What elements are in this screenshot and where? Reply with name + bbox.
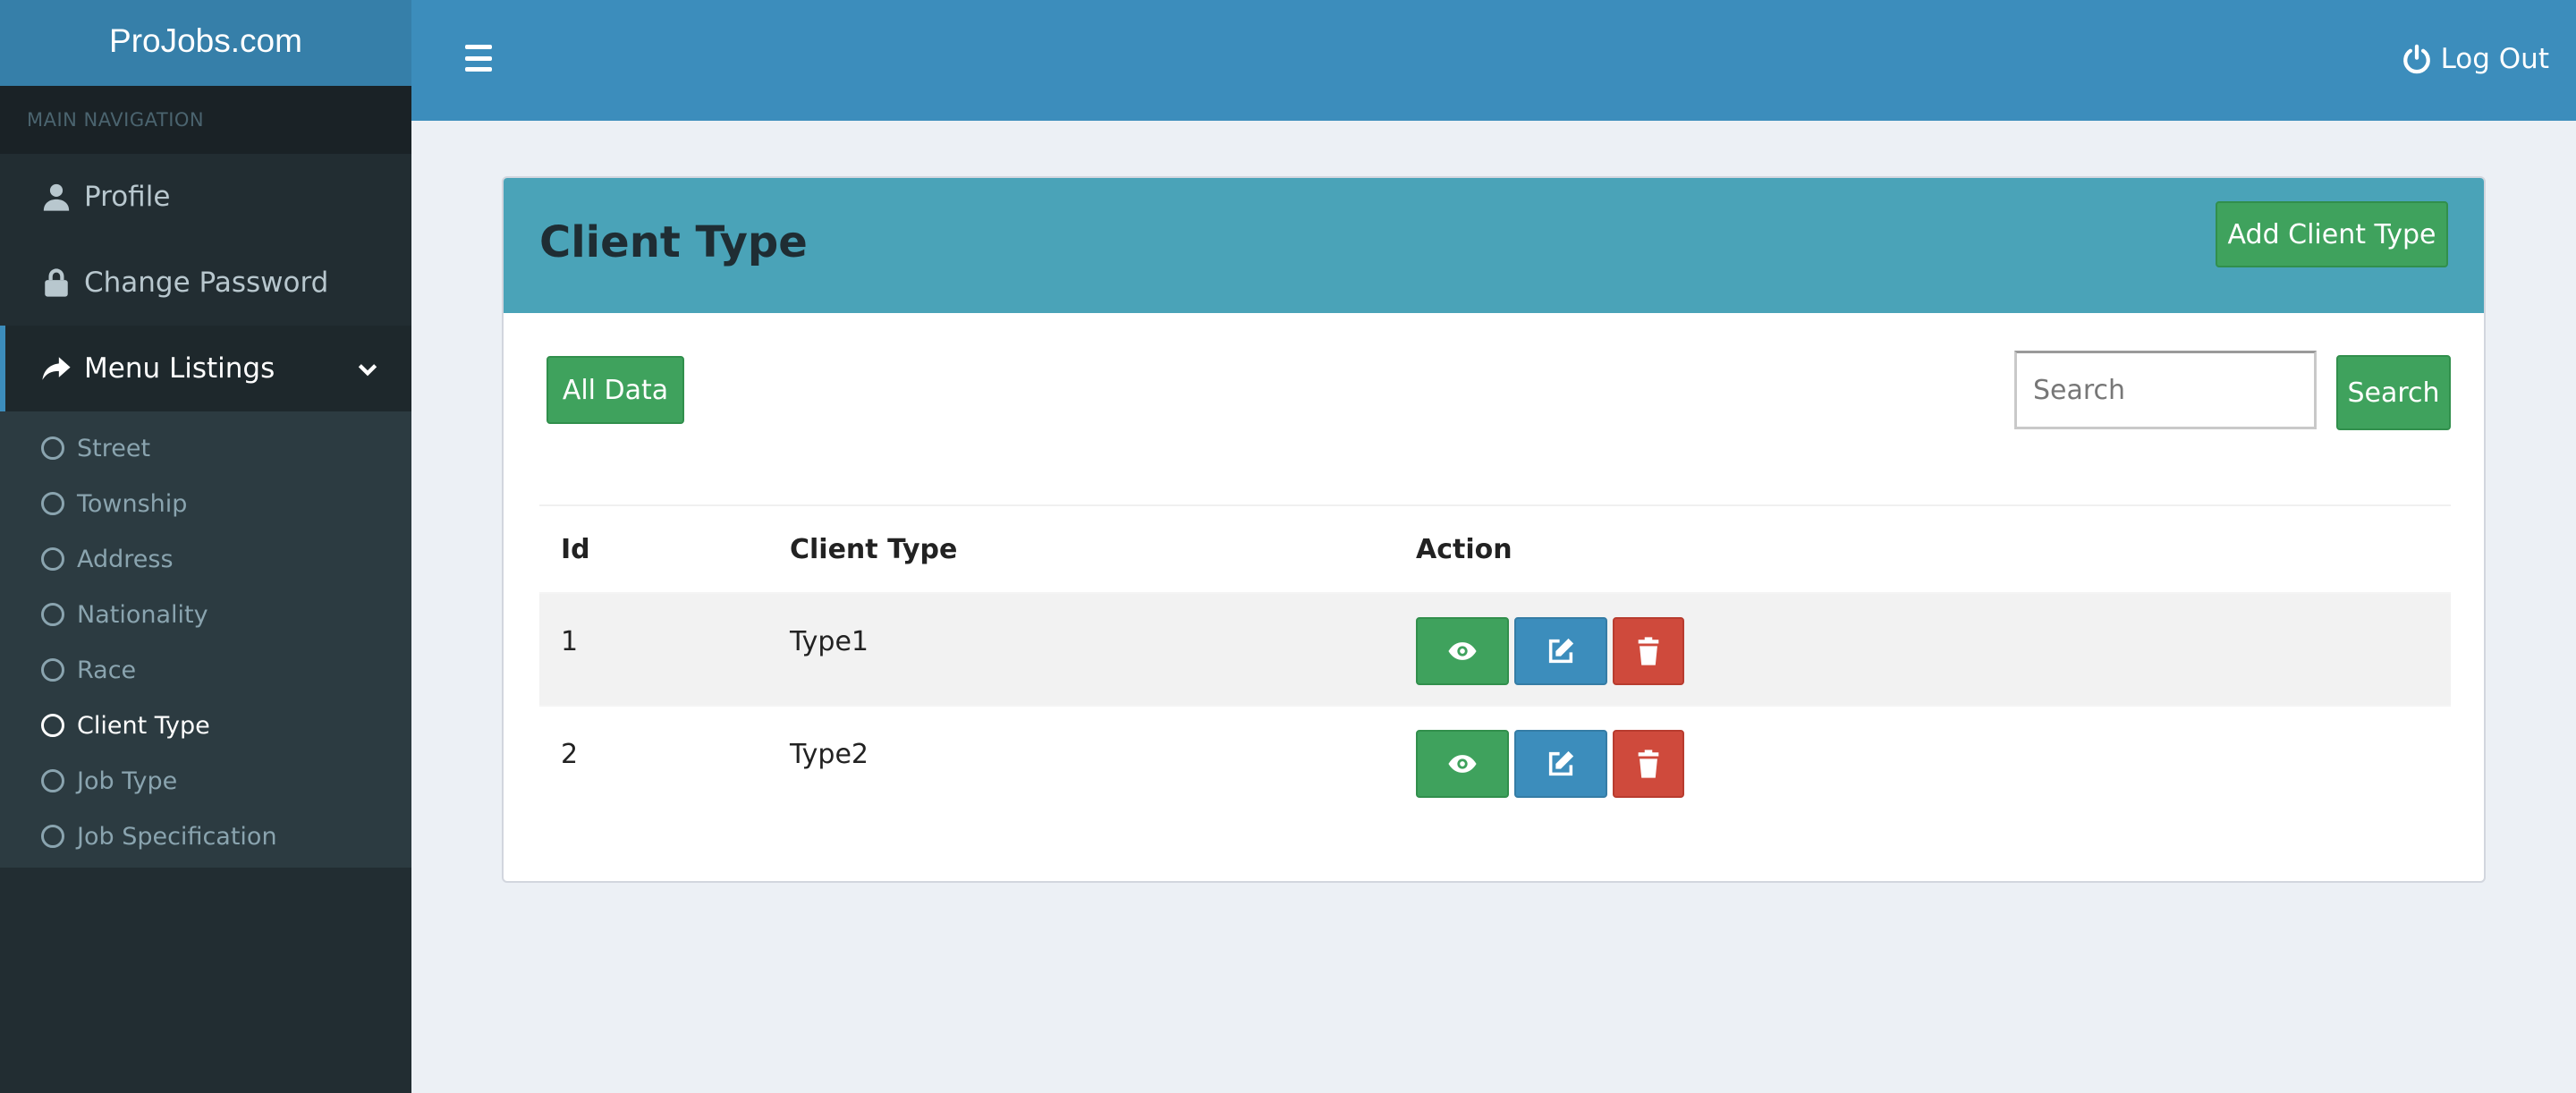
box-header: Client Type Add Client Type <box>504 178 2484 313</box>
submenu-item-township[interactable]: Township <box>5 476 411 531</box>
circle-icon <box>41 769 64 792</box>
submenu-item-address[interactable]: Address <box>5 531 411 587</box>
submenu-label: Street <box>77 434 151 462</box>
submenu-label: Nationality <box>77 600 208 629</box>
edit-icon <box>1548 750 1574 776</box>
share-icon <box>41 353 72 384</box>
submenu: Street Township Address Nationality Race… <box>0 411 411 868</box>
circle-icon <box>41 492 64 515</box>
power-icon <box>2402 44 2432 74</box>
hamburger-icon[interactable] <box>465 45 492 72</box>
page-title: Client Type <box>539 217 808 267</box>
delete-button[interactable] <box>1613 730 1684 798</box>
topbar: Log Out <box>411 0 2576 121</box>
delete-button[interactable] <box>1613 617 1684 685</box>
all-data-button[interactable]: All Data <box>547 356 684 424</box>
view-button[interactable] <box>1416 730 1509 798</box>
circle-icon <box>41 603 64 626</box>
circle-icon <box>41 658 64 682</box>
cell-client-type: Type2 <box>790 739 869 770</box>
sidebar-item-label: Menu Listings <box>84 352 275 385</box>
sidebar-item-change-password[interactable]: Change Password <box>0 240 411 326</box>
client-type-table: Id Client Type Action 1 Type1 2 Type2 <box>539 504 2451 818</box>
trash-icon <box>1638 637 1659 665</box>
submenu-label: Job Type <box>77 767 178 795</box>
edit-button[interactable] <box>1514 730 1607 798</box>
cell-actions <box>1394 707 2451 798</box>
submenu-item-nationality[interactable]: Nationality <box>5 587 411 642</box>
client-type-box: Client Type Add Client Type All Data Sea… <box>502 176 2486 883</box>
circle-icon <box>41 714 64 737</box>
column-header-action: Action <box>1416 533 1513 565</box>
view-button[interactable] <box>1416 617 1509 685</box>
circle-icon <box>41 436 64 460</box>
submenu-item-client-type[interactable]: Client Type <box>5 698 411 753</box>
brand-logo[interactable]: ProJobs.com <box>0 0 411 86</box>
chevron-down-icon <box>356 356 379 379</box>
edit-button[interactable] <box>1514 617 1607 685</box>
table-row: 1 Type1 <box>539 592 2451 705</box>
user-icon <box>41 182 72 212</box>
table-row: 2 Type2 <box>539 705 2451 818</box>
nav-header: MAIN NAVIGATION <box>0 86 411 154</box>
lock-icon <box>41 267 72 298</box>
column-header-id: Id <box>561 533 590 565</box>
submenu-label: Client Type <box>77 711 210 740</box>
circle-icon <box>41 825 64 848</box>
cell-id: 1 <box>561 626 579 657</box>
cell-client-type: Type1 <box>790 626 869 657</box>
trash-icon <box>1638 750 1659 778</box>
logout-button[interactable]: Log Out <box>2402 39 2549 79</box>
sidebar-item-label: Profile <box>84 181 171 213</box>
add-client-type-button[interactable]: Add Client Type <box>2216 201 2448 267</box>
circle-icon <box>41 547 64 571</box>
submenu-item-job-specification[interactable]: Job Specification <box>5 809 411 864</box>
search-button[interactable]: Search <box>2336 355 2451 430</box>
sidebar: ProJobs.com MAIN NAVIGATION Profile Chan… <box>0 0 411 1093</box>
submenu-label: Job Specification <box>77 822 277 851</box>
cell-id: 2 <box>561 739 579 770</box>
submenu-item-race[interactable]: Race <box>5 642 411 698</box>
logout-label: Log Out <box>2440 43 2549 75</box>
submenu-item-street[interactable]: Street <box>5 420 411 476</box>
edit-icon <box>1548 638 1574 664</box>
column-header-client-type: Client Type <box>790 533 958 565</box>
eye-icon <box>1448 642 1477 660</box>
submenu-item-job-type[interactable]: Job Type <box>5 753 411 809</box>
sidebar-item-menu-listings[interactable]: Menu Listings <box>0 326 411 411</box>
sidebar-item-label: Change Password <box>84 267 329 299</box>
submenu-label: Address <box>77 545 174 573</box>
eye-icon <box>1448 755 1477 773</box>
table-header: Id Client Type Action <box>539 506 2451 592</box>
cell-actions <box>1394 594 2451 685</box>
sidebar-item-profile[interactable]: Profile <box>0 154 411 240</box>
search-input[interactable] <box>2014 351 2317 429</box>
submenu-label: Race <box>77 656 137 684</box>
submenu-label: Township <box>77 489 188 518</box>
